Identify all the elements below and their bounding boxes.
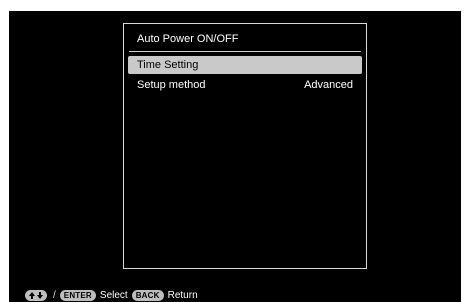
device-screen: Auto Power ON/OFF Time Setting Setup met…	[9, 11, 461, 302]
enter-key-icon: ENTER	[59, 289, 96, 301]
up-down-arrows-icon	[25, 289, 47, 301]
menu-item-label: Setup method	[137, 79, 206, 91]
menu-item-time-setting[interactable]: Time Setting	[128, 56, 362, 74]
settings-panel: Auto Power ON/OFF Time Setting Setup met…	[123, 23, 367, 269]
button-guide: / ENTER Select BACK Return	[25, 288, 198, 302]
menu-item-setup-method[interactable]: Setup method Advanced	[128, 76, 362, 94]
menu-item-label: Time Setting	[137, 59, 199, 71]
select-hint: Select	[99, 289, 128, 301]
separator-slash: /	[53, 289, 56, 301]
panel-title: Auto Power ON/OFF	[137, 33, 239, 45]
menu-item-value: Advanced	[304, 79, 353, 91]
back-key-icon: BACK	[131, 289, 164, 301]
return-hint: Return	[167, 289, 198, 301]
title-divider	[129, 51, 361, 52]
